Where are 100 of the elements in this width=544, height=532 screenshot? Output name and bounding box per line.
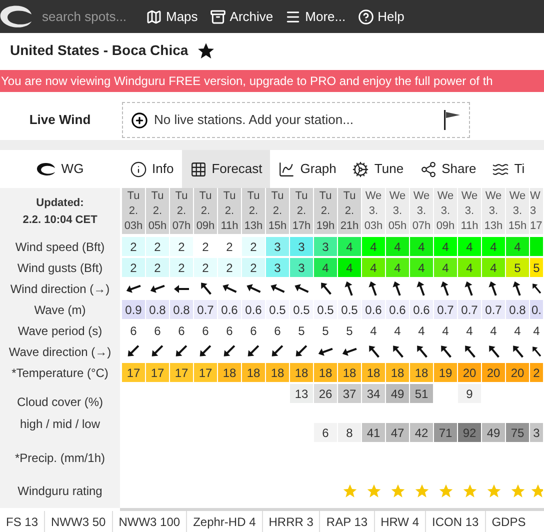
row-label: Cloud cover (%)	[16, 394, 104, 411]
table-cell: 4	[314, 258, 337, 277]
table-cell: 0.7	[482, 300, 505, 319]
favorite-star-icon[interactable]	[198, 42, 214, 58]
time-header: We 3. 15h	[506, 188, 529, 234]
table-cell: 0.5	[266, 300, 289, 319]
model-tab[interactable]: NWW3 50	[44, 511, 112, 532]
table-cell: 4	[410, 237, 433, 256]
row-label: Wave direction (→)	[8, 344, 112, 360]
time-header: Tu 2. 11h	[218, 188, 241, 234]
share-icon	[420, 160, 437, 178]
table-cell: 0.5	[338, 300, 361, 319]
time-header: We 3. 05h	[386, 188, 409, 234]
time-header: Tu 2. 19h	[314, 188, 337, 234]
table-cell-text: 6	[129, 322, 138, 340]
menu-icon	[285, 8, 302, 24]
table-cell: 2	[122, 258, 145, 277]
search-field[interactable]: search spots...	[42, 6, 134, 26]
table-cell: 3	[530, 423, 543, 442]
row-label: Wind gusts (Bft)	[17, 260, 103, 276]
nav-link[interactable]: Archive	[210, 6, 274, 26]
table-cell: 3	[266, 258, 289, 277]
time-header: Tu 2. 07h	[170, 188, 193, 234]
map-icon	[146, 8, 162, 24]
model-tab[interactable]: HRRR 3	[262, 511, 320, 532]
updated-time: 2.2. 10:04 CET	[22, 213, 98, 228]
star-icon	[510, 482, 526, 498]
model-tab[interactable]: RAP 13	[319, 511, 374, 532]
table-cell: 0.8	[170, 300, 193, 319]
model-tab[interactable]: GDPS	[484, 511, 532, 532]
table-cell-text: 4	[393, 322, 402, 340]
spot-title: United States - Boca Chica	[10, 41, 188, 60]
time-header: Tu 2. 21h	[338, 188, 361, 234]
table-cell: 0.8	[506, 300, 529, 319]
table-cell: 2	[170, 237, 193, 256]
table-cell: 8	[338, 423, 361, 442]
table-cell: 3	[290, 258, 313, 277]
table-cell: 0.7	[194, 300, 217, 319]
table-cell: 0.6	[242, 300, 265, 319]
time-header: We 3. 03h	[362, 188, 385, 234]
row-label: Wind direction (→)	[10, 280, 110, 298]
star-icon	[366, 482, 382, 498]
table-cell: 4	[482, 237, 505, 256]
live-wind-label: Live Wind	[29, 111, 91, 130]
model-tab[interactable]: NWW3 100	[112, 511, 186, 532]
time-header: Tu 2. 09h	[194, 188, 217, 234]
table-cell: 19	[434, 363, 457, 382]
nav-link[interactable]: More...	[285, 6, 346, 26]
time-header: We 3. 11h	[458, 188, 481, 234]
table-cell: 18	[410, 363, 433, 382]
chart-icon	[278, 160, 296, 178]
table-cell: 0.9	[122, 300, 145, 319]
nav-link[interactable]: Help	[358, 6, 404, 26]
table-cell: 17	[122, 363, 145, 382]
table-cell: 2	[218, 258, 241, 277]
table-cell: 17	[170, 363, 193, 382]
table-cell: 4	[458, 258, 481, 277]
table-cell: 0.6	[410, 300, 433, 319]
table-cell: 0.7	[434, 300, 457, 319]
model-tab[interactable]: HRW 4	[374, 511, 426, 532]
row-label: Wind speed (Bft)	[15, 238, 105, 256]
flag-icon	[443, 110, 461, 130]
table-cell: 2	[122, 237, 145, 256]
grid-icon	[190, 160, 207, 178]
table-cell: 37	[338, 384, 361, 403]
star-icon	[390, 482, 406, 498]
table-cell-text: 4	[489, 322, 498, 340]
tab[interactable]: Forecast	[182, 150, 270, 188]
table-cell: 18	[218, 363, 241, 382]
table-cell: 47	[386, 423, 409, 442]
model-tab[interactable]: ICON 13	[425, 511, 485, 532]
table-cell: 0.6	[362, 300, 385, 319]
table-cell: 0.6	[386, 300, 409, 319]
time-header: We 3. 13h	[482, 188, 505, 234]
table-cell: 4	[434, 237, 457, 256]
table-cell-text: 4	[417, 322, 426, 340]
table-cell: 5	[506, 258, 529, 277]
table-cell: 4	[386, 237, 409, 256]
table-cell: 92	[458, 423, 481, 442]
updated-label: Updated:	[36, 196, 84, 211]
nav-link[interactable]: Maps	[146, 6, 198, 26]
table-cell-text: 6	[225, 322, 234, 340]
live-stations-box[interactable]: No live stations. Add your station...	[122, 102, 470, 138]
star-icon	[342, 482, 358, 498]
table-cell-text: 6	[177, 322, 186, 340]
table-cell-text: 5	[297, 322, 306, 340]
time-header: Tu 2. 05h	[146, 188, 169, 234]
table-cell: 3	[266, 237, 289, 256]
table-cell: 18	[242, 363, 265, 382]
table-cell: 18	[290, 363, 313, 382]
time-header: Tu 2. 17h	[290, 188, 313, 234]
table-cell: 4	[362, 258, 385, 277]
row-label: high / mid / low	[20, 416, 100, 433]
time-header: We 3. 09h	[434, 188, 457, 234]
model-tab[interactable]: Zephr-HD 4	[186, 511, 262, 532]
table-cell: 49	[386, 384, 409, 403]
model-tab[interactable]: FS 13	[0, 511, 44, 532]
table-cell: 51	[410, 384, 433, 403]
star-icon	[530, 482, 543, 498]
table-cell: 0.	[530, 300, 543, 319]
